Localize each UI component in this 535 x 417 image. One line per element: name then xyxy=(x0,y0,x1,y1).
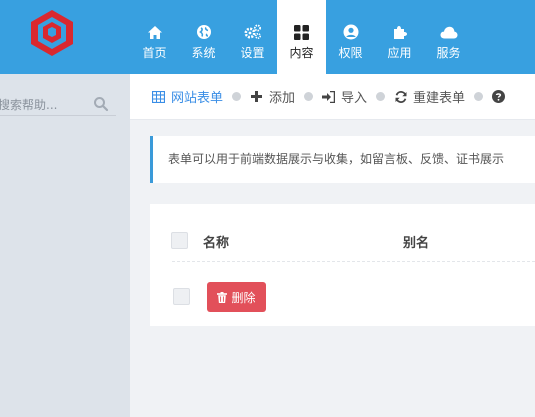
nav-item-home[interactable]: 首页 xyxy=(130,0,179,74)
tab-label: 添加 xyxy=(269,91,296,106)
separator-dot xyxy=(304,92,314,101)
nav-item-apps[interactable]: 应用 xyxy=(375,0,424,74)
nav-label: 权限 xyxy=(338,46,363,60)
toolbar-tabs: 网站表单 添加 导入 重建表单 xyxy=(130,74,535,120)
main-nav: 首页 系统 设置 内容 权限 应用 服务 xyxy=(130,0,473,74)
column-header-name: 名称 xyxy=(203,236,230,251)
separator-dot xyxy=(474,92,484,101)
nav-label: 首页 xyxy=(142,46,167,60)
puzzle-icon xyxy=(391,23,409,41)
tab-import[interactable]: 导入 xyxy=(322,87,367,106)
column-header-alias: 别名 xyxy=(403,236,430,251)
tab-label: 导入 xyxy=(341,91,368,106)
nav-item-system[interactable]: 系统 xyxy=(179,0,228,74)
forms-table-panel: 名称 别名 删除 xyxy=(150,204,535,326)
tab-label: 重建表单 xyxy=(413,91,466,106)
nav-label: 内容 xyxy=(289,46,314,60)
main-content: 网站表单 添加 导入 重建表单 表单可以用于前端数据展示与收集，如留言板、反馈、… xyxy=(130,74,535,417)
delete-label: 删除 xyxy=(231,290,256,305)
top-navbar: 首页 系统 设置 内容 权限 应用 服务 xyxy=(0,0,535,74)
user-circle-icon xyxy=(342,23,360,41)
tab-rebuild-forms[interactable]: 重建表单 xyxy=(394,87,465,106)
tab-add[interactable]: 添加 xyxy=(250,87,295,106)
nav-item-settings[interactable]: 设置 xyxy=(228,0,277,74)
nav-label: 应用 xyxy=(387,46,412,60)
search-icon[interactable] xyxy=(93,96,109,112)
nav-label: 服务 xyxy=(436,46,461,60)
nav-label: 设置 xyxy=(240,46,265,60)
help-circle-icon[interactable] xyxy=(492,90,506,103)
refresh-icon xyxy=(394,90,407,103)
nav-item-content[interactable]: 内容 xyxy=(277,0,326,74)
logo-icon[interactable] xyxy=(28,8,76,58)
select-all-checkbox[interactable] xyxy=(171,232,188,249)
info-notice: 表单可以用于前端数据展示与收集，如留言板、反馈、证书展示 xyxy=(150,136,535,183)
separator-dot xyxy=(376,92,386,101)
plus-icon xyxy=(250,90,263,103)
table-icon xyxy=(152,90,165,103)
nav-label: 系统 xyxy=(191,46,216,60)
tab-label: 网站表单 xyxy=(171,91,224,106)
gears-icon xyxy=(244,23,262,41)
tab-site-forms[interactable]: 网站表单 xyxy=(152,87,223,106)
cloud-icon xyxy=(440,23,458,41)
trash-icon xyxy=(217,291,228,303)
home-icon xyxy=(146,23,164,41)
nav-item-services[interactable]: 服务 xyxy=(424,0,473,74)
grid-icon xyxy=(293,23,311,41)
globe-icon xyxy=(195,23,213,41)
nav-item-permissions[interactable]: 权限 xyxy=(326,0,375,74)
delete-button[interactable]: 删除 xyxy=(207,282,266,312)
row-divider xyxy=(172,261,535,262)
separator-dot xyxy=(232,92,242,101)
sidebar xyxy=(0,74,130,417)
row-checkbox[interactable] xyxy=(173,288,190,305)
sign-in-icon xyxy=(322,90,336,103)
